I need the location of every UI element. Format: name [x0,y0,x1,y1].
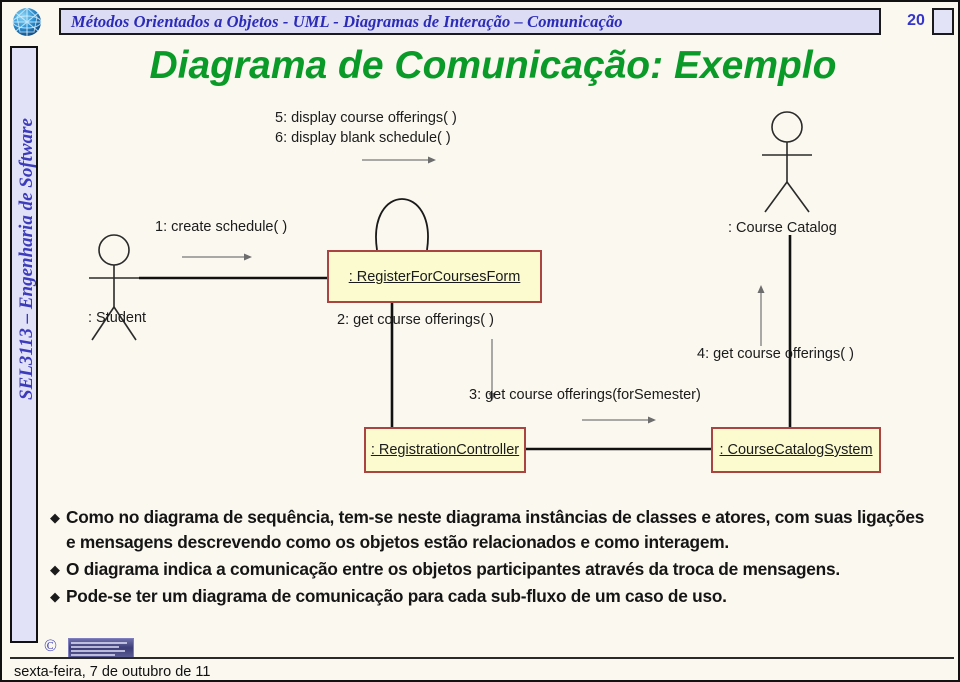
bullet-text-1: Como no diagrama de sequência, tem-se ne… [66,507,925,552]
object-label-registration-controller: : RegistrationController [370,442,520,458]
arrow-message-1 [182,253,252,261]
left-rail: SEL3113 – Engenharia de Software [10,46,38,643]
header-title-bar: Métodos Orientados a Objetos - UML - Dia… [59,8,881,35]
footer-date: sexta-feira, 7 de outubro de 11 [14,664,211,680]
uml-communication-diagram: 5: display course offerings( ) 6: displa… [42,102,942,502]
left-rail-course-label: SEL3113 – Engenharia de Software [16,118,37,400]
message-label-4: 4: get course offerings( ) [697,346,854,362]
actor-label-student: : Student [88,310,147,326]
presentation-slide: Métodos Orientados a Objetos - UML - Dia… [0,0,960,682]
object-box-register-for-courses-form[interactable]: : RegisterForCoursesForm [327,250,542,303]
message-label-2: 2: get course offerings( ) [337,312,494,328]
arrow-message-3-right [582,416,656,424]
actor-label-course-catalog: : Course Catalog [728,220,837,236]
bullet-marker-icon: ◆ [50,589,60,604]
list-item: ◆ Pode-se ter um diagrama de comunicação… [50,584,938,609]
bullet-list: ◆ Como no diagrama de sequência, tem-se … [50,505,938,611]
page-title: Diagrama de Comunicação: Exemplo [149,44,837,87]
message-label-3: 3: get course offerings(forSemester) [469,387,701,403]
footer-institution-logo [68,638,134,658]
message-label-1: 1: create schedule( ) [155,219,288,235]
bullet-text-3: Pode-se ter um diagrama de comunicação p… [66,586,727,606]
self-message-arc [375,198,429,251]
list-item: ◆ Como no diagrama de sequência, tem-se … [50,505,938,555]
footer-divider [10,657,954,659]
slide-number: 20 [907,12,925,29]
bullet-marker-icon: ◆ [50,562,60,577]
object-label-register-for-courses-form: : RegisterForCoursesForm [348,268,521,285]
object-box-registration-controller[interactable]: : RegistrationController [364,427,526,473]
message-label-5: 5: display course offerings( ) [275,110,457,126]
object-box-course-catalog-system[interactable]: : CourseCatalogSystem [711,427,881,473]
object-label-course-catalog-system: : CourseCatalogSystem [719,442,873,458]
bullet-text-2: O diagrama indica a comunicação entre os… [66,559,840,579]
copyright-icon: © [44,636,57,655]
corner-decoration-box [932,8,954,35]
list-item: ◆ O diagrama indica a comunicação entre … [50,557,938,582]
course-catalog-actor-figure [762,111,812,213]
header-title-text: Métodos Orientados a Objetos - UML - Dia… [71,11,623,31]
message-label-6: 6: display blank schedule( ) [275,130,451,146]
bullet-marker-icon: ◆ [50,510,60,525]
arrow-message-4 [757,285,765,346]
arrow-message-5-6 [362,156,436,164]
